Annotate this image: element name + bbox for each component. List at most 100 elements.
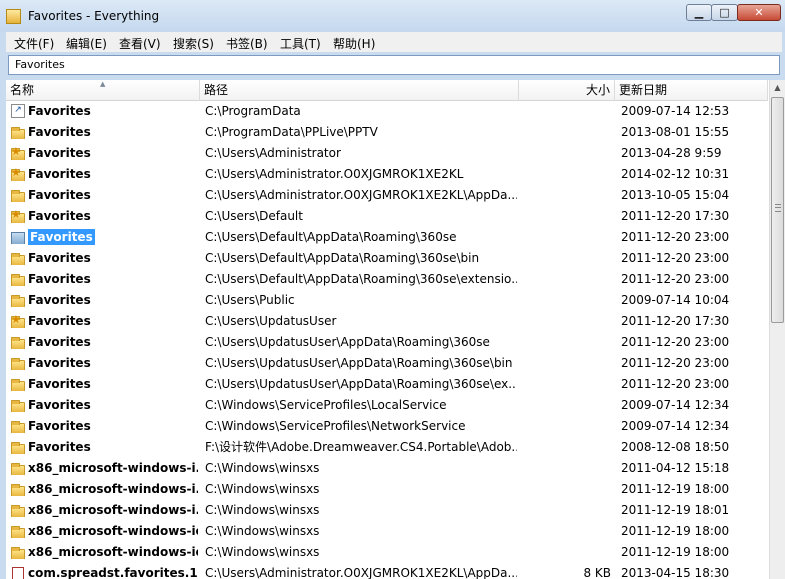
menu-search[interactable]: 搜索(S) — [173, 35, 214, 52]
table-row[interactable]: Favorites C:\Users\Default\AppData\Roamin… — [6, 269, 768, 290]
row-date: 2013-08-01 15:55 — [621, 125, 730, 139]
column-name[interactable]: 名称 ▲ — [6, 80, 200, 101]
table-row[interactable]: Favorites C:\Users\Default\AppData\Roamin… — [6, 248, 768, 269]
table-row[interactable]: Favorites C:\Users\UpdatusUser\AppData\Ro… — [6, 332, 768, 353]
table-row[interactable]: ★ Favorites C:\Users\UpdatusUser 2011-12-20… — [6, 311, 768, 332]
row-name[interactable]: x86_microsoft-windows-i..f... — [28, 500, 198, 521]
table-row[interactable]: Favorites C:\Windows\ServiceProfiles\Loca… — [6, 395, 768, 416]
column-path[interactable]: 路径 — [200, 80, 519, 101]
maximize-button[interactable]: □ — [711, 4, 738, 21]
row-name[interactable]: Favorites — [28, 206, 198, 227]
table-row[interactable]: Favorites C:\Windows\ServiceProfiles\Netw… — [6, 416, 768, 437]
row-name-text: x86_microsoft-windows-ie-... — [28, 545, 198, 559]
row-name[interactable]: Favorites — [28, 185, 198, 206]
table-row[interactable]: x86_microsoft-windows-i..f... C:\Windows\… — [6, 479, 768, 500]
vertical-scrollbar[interactable]: ▲ — [769, 80, 785, 579]
row-path: C:\ProgramData — [205, 104, 301, 118]
table-row[interactable]: ↗ Favorites C:\ProgramData 2009-07-14 12:53 — [6, 101, 768, 122]
everything-app-icon — [6, 9, 21, 24]
row-path: C:\Users\UpdatusUser\AppData\Roaming\360… — [205, 356, 513, 370]
table-row[interactable]: x86_microsoft-windows-i..f... C:\Windows\… — [6, 458, 768, 479]
row-name[interactable]: Favorites — [28, 143, 198, 164]
column-size[interactable]: 大小 — [519, 80, 615, 101]
folder-icon — [11, 188, 25, 202]
table-row[interactable]: Favorites F:\设计软件\Adobe.Dreamweaver.CS4.P… — [6, 437, 768, 458]
row-path: C:\Windows\winsxs — [205, 545, 320, 559]
scroll-up-icon[interactable]: ▲ — [770, 80, 785, 96]
row-date: 2009-07-14 10:04 — [621, 293, 730, 307]
menu-tools[interactable]: 工具(T) — [280, 35, 321, 52]
favorites-folder-icon: ★ — [11, 167, 25, 181]
row-name-text: Favorites — [28, 398, 91, 412]
row-name[interactable]: Favorites — [28, 290, 198, 311]
table-row[interactable]: ★ Favorites C:\Users\Administrator.O0XJGMR… — [6, 164, 768, 185]
row-date: 2014-02-12 10:31 — [621, 167, 730, 181]
row-size — [519, 248, 611, 269]
row-name[interactable]: x86_microsoft-windows-ie-... — [28, 542, 198, 563]
row-size — [519, 101, 611, 122]
row-path: C:\ProgramData\PPLive\PPTV — [205, 125, 378, 139]
row-size — [519, 479, 611, 500]
table-row[interactable]: Favorites C:\Users\UpdatusUser\AppData\Ro… — [6, 353, 768, 374]
row-name[interactable]: Favorites — [28, 122, 198, 143]
search-input[interactable]: Favorites — [8, 55, 780, 75]
row-date: 2011-12-20 23:00 — [621, 356, 730, 370]
folder-icon — [11, 503, 25, 517]
folder-icon — [11, 125, 25, 139]
table-row[interactable]: Favorites C:\Users\Public 2009-07-14 10:04 — [6, 290, 768, 311]
row-path: C:\Users\Default\AppData\Roaming\360se — [205, 230, 457, 244]
row-name[interactable]: Favorites — [28, 437, 198, 458]
file-icon — [11, 566, 25, 579]
table-row[interactable]: ★ Favorites C:\Users\Default 2011-12-20 17:… — [6, 206, 768, 227]
row-name[interactable]: Favorites — [28, 227, 198, 248]
table-row[interactable]: Favorites C:\Users\Default\AppData\Roamin… — [6, 227, 768, 248]
row-name[interactable]: Favorites — [28, 332, 198, 353]
row-name[interactable]: Favorites — [28, 311, 198, 332]
row-name-text: Favorites — [28, 188, 91, 202]
table-row[interactable]: ★ Favorites C:\Users\Administrator 2013-04-… — [6, 143, 768, 164]
row-size — [519, 311, 611, 332]
row-name[interactable]: Favorites — [28, 248, 198, 269]
minimize-button[interactable]: ▁ — [686, 4, 712, 21]
menu-view[interactable]: 查看(V) — [119, 35, 161, 52]
table-row[interactable]: Favorites C:\ProgramData\PPLive\PPTV 2013-… — [6, 122, 768, 143]
menu-bookmarks[interactable]: 书签(B) — [226, 35, 268, 52]
favorites-folder-icon: ★ — [11, 209, 25, 223]
scrollbar-thumb[interactable] — [771, 97, 784, 323]
row-name[interactable]: Favorites — [28, 164, 198, 185]
row-name-text: Favorites — [28, 377, 91, 391]
row-size — [519, 206, 611, 227]
row-name[interactable]: Favorites — [28, 353, 198, 374]
table-row[interactable]: x86_microsoft-windows-i..f... C:\Windows\… — [6, 500, 768, 521]
row-name-text: Favorites — [28, 146, 91, 160]
row-name[interactable]: Favorites — [28, 101, 198, 122]
table-row[interactable]: x86_microsoft-windows-ie-... C:\Windows\w… — [6, 521, 768, 542]
row-path: C:\Windows\ServiceProfiles\NetworkServic… — [205, 419, 466, 433]
row-name[interactable]: x86_microsoft-windows-i..f... — [28, 479, 198, 500]
menu-edit[interactable]: 编辑(E) — [66, 35, 107, 52]
title-bar[interactable]: Favorites - Everything ▁ □ ✕ — [0, 0, 785, 32]
row-size — [519, 164, 611, 185]
row-name[interactable]: x86_microsoft-windows-ie-... — [28, 521, 198, 542]
close-button[interactable]: ✕ — [737, 4, 781, 21]
row-path: C:\Users\UpdatusUser\AppData\Roaming\360… — [205, 377, 517, 391]
row-name[interactable]: Favorites — [28, 374, 198, 395]
row-path: C:\Windows\winsxs — [205, 461, 320, 475]
row-date: 2009-07-14 12:53 — [621, 104, 730, 118]
row-name[interactable]: com.spreadst.favorites.1.p... — [28, 563, 198, 579]
shortcut-icon: ↗ — [11, 104, 25, 118]
menu-help[interactable]: 帮助(H) — [333, 35, 375, 52]
menu-file[interactable]: 文件(F) — [14, 35, 54, 52]
row-name[interactable]: x86_microsoft-windows-i..f... — [28, 458, 198, 479]
row-name-text: Favorites — [28, 251, 91, 265]
table-row[interactable]: com.spreadst.favorites.1.p... C:\Users\Ad… — [6, 563, 768, 579]
row-name[interactable]: Favorites — [28, 269, 198, 290]
row-name[interactable]: Favorites — [28, 416, 198, 437]
table-row[interactable]: Favorites C:\Users\UpdatusUser\AppData\Ro… — [6, 374, 768, 395]
column-date[interactable]: 更新日期 — [615, 80, 768, 101]
table-row[interactable]: x86_microsoft-windows-ie-... C:\Windows\w… — [6, 542, 768, 563]
row-name[interactable]: Favorites — [28, 395, 198, 416]
table-row[interactable]: Favorites C:\Users\Administrator.O0XJGMRO… — [6, 185, 768, 206]
row-path: C:\Users\Public — [205, 293, 295, 307]
row-date: 2008-12-08 18:50 — [621, 440, 730, 454]
